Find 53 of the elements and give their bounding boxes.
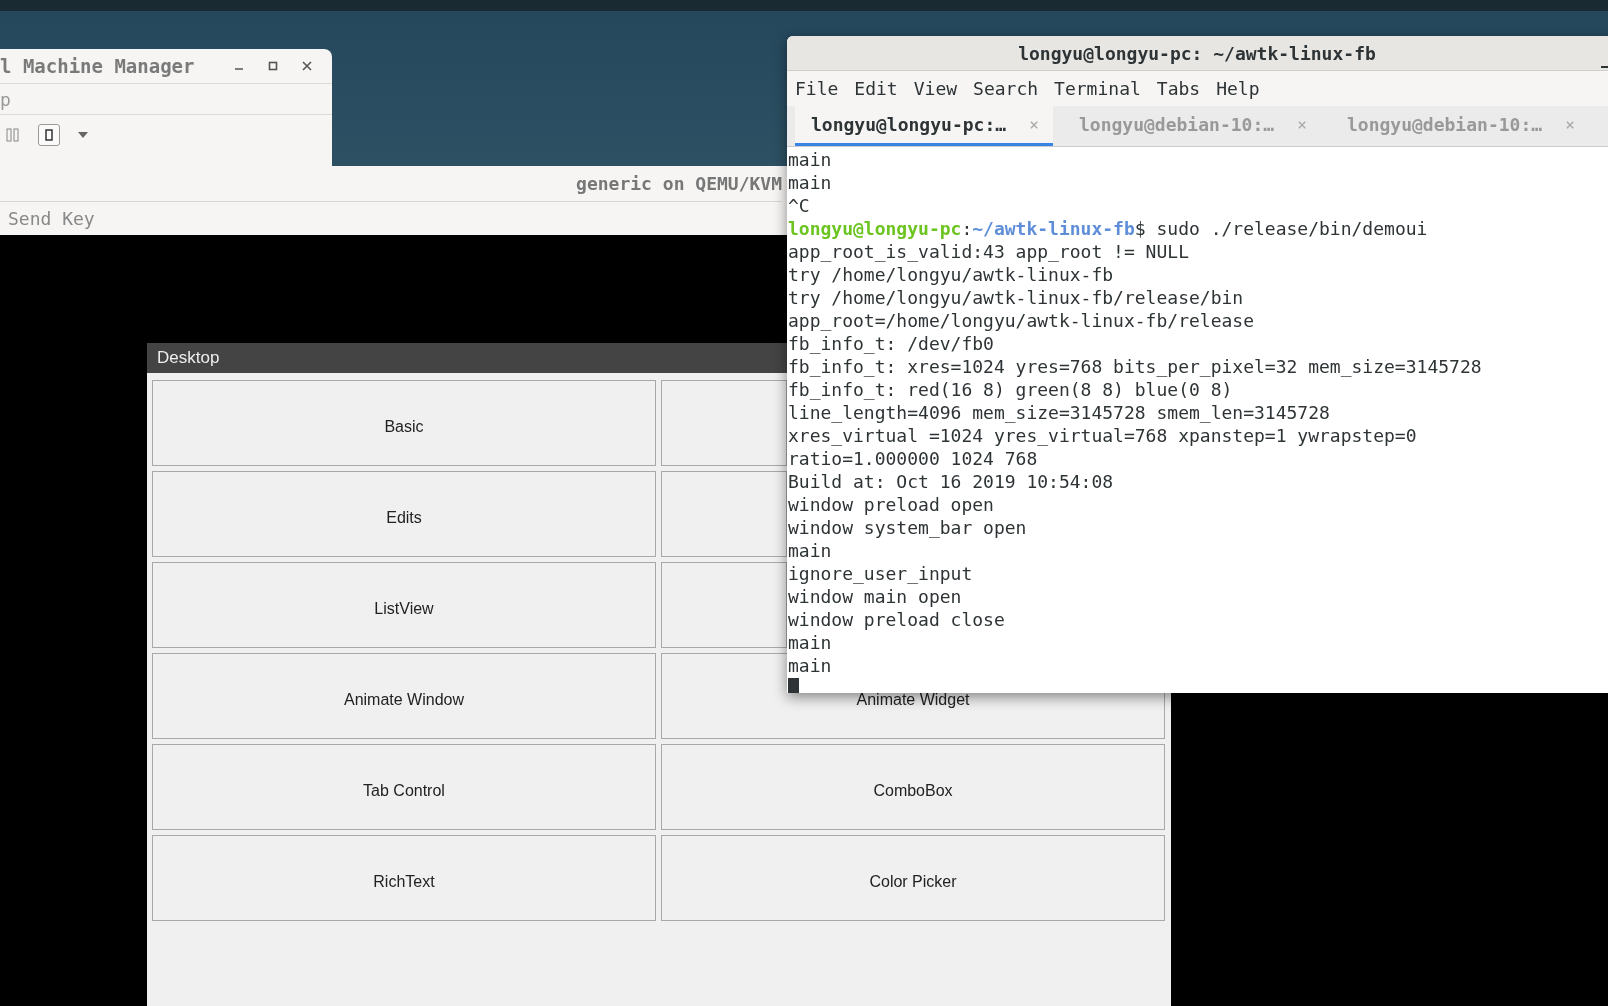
terminal-line: Build at: Oct 16 2019 10:54:08 bbox=[788, 470, 1114, 493]
menu-item[interactable]: Search bbox=[973, 78, 1055, 99]
terminal-line: app_root=/home/longyu/awtk-linux-fb/release bbox=[788, 309, 1254, 332]
terminal-line: window preload open bbox=[788, 493, 994, 516]
window-title: longyu@longyu-pc: ~/awtk-linux-fb bbox=[1018, 42, 1376, 64]
menu-button[interactable]: Edits bbox=[152, 471, 656, 557]
terminal-line: main bbox=[788, 148, 832, 171]
menu-button[interactable]: RichText bbox=[152, 835, 656, 921]
tab-label: longyu@longyu-pc:… bbox=[811, 114, 1007, 135]
tab-label: longyu@debian-10:… bbox=[1079, 114, 1275, 135]
menu-item[interactable]: Terminal bbox=[1054, 78, 1157, 99]
terminal-line: try /home/longyu/awtk-linux-fb/release/bin bbox=[788, 286, 1244, 309]
window-title: l Machine Manager bbox=[0, 55, 196, 77]
prompt-user: longyu@longyu-pc bbox=[788, 218, 962, 239]
terminal-tab[interactable]: longyu@longyu-pc:… × bbox=[795, 106, 1053, 146]
terminal-line: window system_bar open bbox=[788, 516, 1027, 539]
minimize-icon[interactable] bbox=[1601, 66, 1608, 69]
terminal-line: ignore_user_input bbox=[788, 562, 973, 585]
menu-button[interactable]: ComboBox bbox=[661, 744, 1165, 830]
terminal-line: xres_virtual =1024 yres_virtual=768 xpanstep=1 ywrapstep=0 bbox=[788, 424, 1417, 447]
screen-icon bbox=[45, 129, 53, 141]
menu-item[interactable]: File bbox=[795, 78, 855, 99]
terminal-line: window preload close bbox=[788, 608, 1005, 631]
terminal-line: ratio=1.000000 1024 768 bbox=[788, 447, 1038, 470]
tab-label: longyu@debian-10:… bbox=[1347, 114, 1543, 135]
window-title: generic on QEMU/KVM bbox=[576, 173, 782, 194]
menu-button[interactable]: Tab Control bbox=[152, 744, 656, 830]
terminal-line: main bbox=[788, 654, 832, 677]
text-cursor bbox=[788, 678, 799, 693]
close-icon[interactable] bbox=[301, 60, 313, 72]
console-button[interactable] bbox=[38, 124, 60, 146]
menu-button[interactable]: Basic bbox=[152, 380, 656, 466]
prompt-separator: : bbox=[961, 218, 973, 239]
terminal-line: main bbox=[788, 631, 832, 654]
menu-button[interactable]: ListView bbox=[152, 562, 656, 648]
terminal-line: window main open bbox=[788, 585, 962, 608]
terminal-line: main bbox=[788, 171, 832, 194]
menu-button[interactable]: Animate Window bbox=[152, 653, 656, 739]
terminal-line: try /home/longyu/awtk-linux-fb bbox=[788, 263, 1114, 286]
caret-icon[interactable] bbox=[78, 132, 88, 138]
menu-item[interactable]: Help bbox=[1216, 78, 1276, 99]
terminal-line: main bbox=[788, 539, 832, 562]
menu-item[interactable]: Edit bbox=[854, 78, 914, 99]
terminal-line: app_root_is_valid:43 app_root != NULL bbox=[788, 240, 1189, 263]
terminal-line: fb_info_t: red(16 8) green(8 8) blue(0 8) bbox=[788, 378, 1233, 401]
terminal-command: $ sudo ./release/bin/demoui bbox=[1134, 218, 1428, 239]
menu-item[interactable]: View bbox=[913, 78, 974, 99]
menu-item[interactable]: Tabs bbox=[1156, 78, 1217, 99]
maximize-icon[interactable] bbox=[267, 60, 279, 72]
terminal-line: ^C bbox=[788, 194, 810, 217]
terminal-line: line_length=4096 mem_size=3145728 smem_len=3145728 bbox=[788, 401, 1330, 424]
prompt-path: ~/awtk-linux-fb bbox=[972, 218, 1135, 239]
menu-button[interactable]: Color Picker bbox=[661, 835, 1165, 921]
